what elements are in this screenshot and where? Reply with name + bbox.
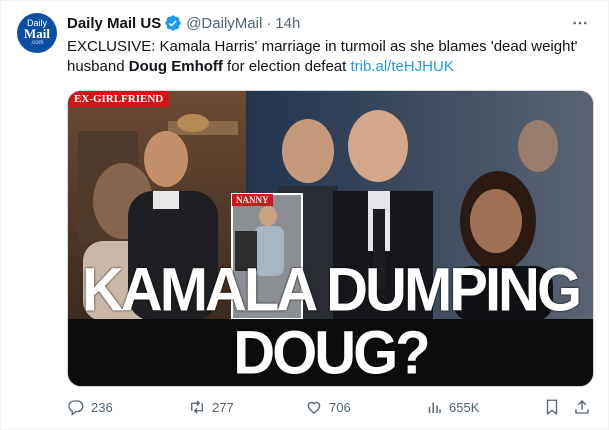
account-handle[interactable]: @DailyMail [186, 15, 262, 32]
nanny-label: NANNY [232, 194, 273, 206]
views-icon [428, 402, 441, 413]
reply-count: 236 [91, 399, 113, 415]
action-bar: 236 277 706 655K [67, 398, 597, 422]
tweet-link[interactable]: trib.al/teHJHUK [350, 58, 453, 75]
avatar-text-line2: Mail [24, 26, 50, 41]
ex-girlfriend-label: EX-GIRLFRIEND [68, 91, 170, 107]
separator-dot: · [266, 14, 272, 32]
like-icon [307, 401, 321, 414]
image-headline: KAMALA DUMPING DOUG? [81, 255, 582, 387]
views-button[interactable]: 655K [425, 398, 479, 416]
bookmark-icon [546, 399, 558, 416]
timestamp[interactable]: 14h [275, 15, 300, 32]
tweet-media-image[interactable]: EX-GIRLFRIEND NANNY KAMALA DUMPING DOUG? [67, 90, 594, 387]
avatar[interactable]: Daily Mail .com [17, 13, 57, 53]
like-button[interactable]: 706 [305, 398, 351, 416]
account-name[interactable]: Daily Mail US [67, 15, 161, 32]
repost-icon [191, 400, 203, 414]
share-icon [575, 400, 589, 414]
tweet-text: EXCLUSIVE: Kamala Harris' marriage in tu… [67, 37, 597, 77]
more-icon[interactable] [570, 13, 590, 33]
share-button[interactable] [573, 398, 591, 416]
tweet-header: Daily Mail US @DailyMail · 14h [67, 13, 300, 33]
repost-button[interactable]: 277 [188, 398, 234, 416]
bookmark-button[interactable] [543, 398, 561, 416]
verified-icon[interactable] [164, 14, 182, 32]
tweet-text-part2: for election defeat [222, 58, 351, 75]
avatar-text-line3: .com [30, 40, 44, 46]
reply-button[interactable]: 236 [67, 398, 113, 416]
repost-count: 277 [212, 399, 234, 415]
reply-icon [68, 400, 84, 416]
tweet-card[interactable]: Daily Mail .com Daily Mail US @DailyMail… [0, 0, 609, 430]
views-count: 655K [449, 399, 480, 415]
tweet-text-bold: Doug Emhoff [128, 58, 223, 75]
like-count: 706 [329, 399, 351, 415]
